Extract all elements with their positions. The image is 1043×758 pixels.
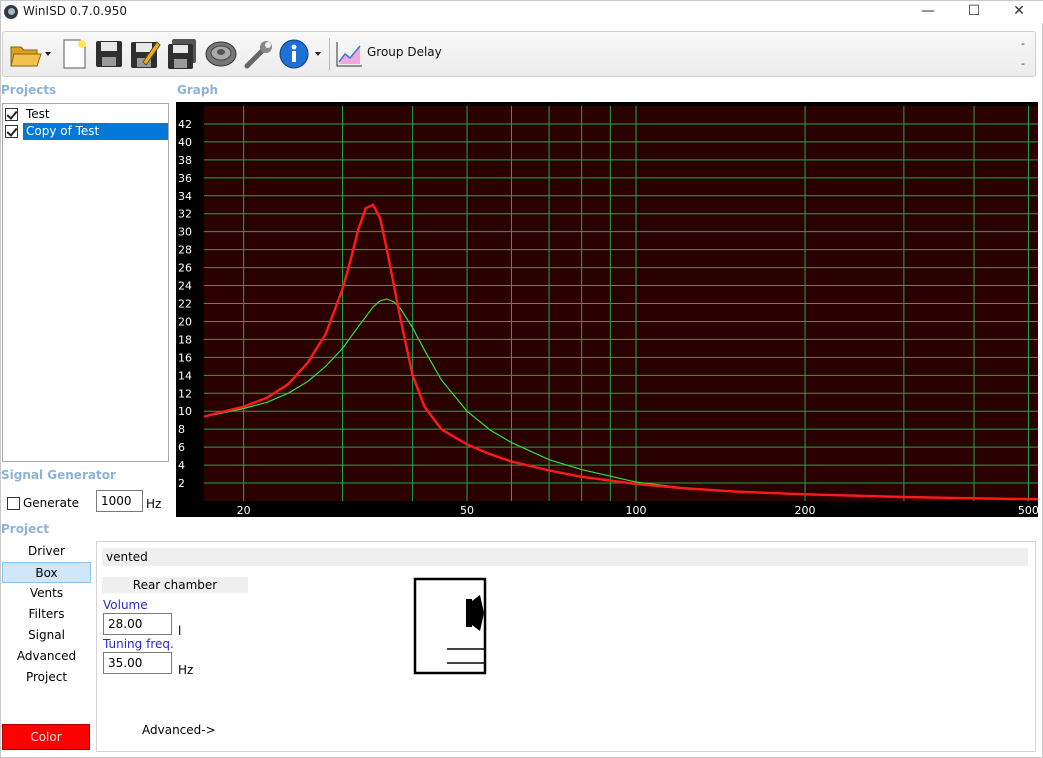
box-type-label[interactable]: vented <box>102 548 1028 566</box>
toolbar-separator <box>329 38 330 70</box>
list-item[interactable]: Test <box>4 106 168 123</box>
y-tick-label: 42 <box>178 118 192 131</box>
nav-signal[interactable]: Signal <box>2 625 91 646</box>
y-tick-label: 2 <box>178 477 185 490</box>
signal-generator-heading: Signal Generator <box>1 468 116 482</box>
y-tick-label: 16 <box>178 351 192 364</box>
x-tick-label: 200 <box>795 504 816 517</box>
y-tick-label: 8 <box>178 423 185 436</box>
y-tick-label: 18 <box>178 333 192 346</box>
y-tick-label: 6 <box>178 441 185 454</box>
info-icon <box>279 39 321 69</box>
project-checkbox[interactable] <box>5 125 18 138</box>
toolbar-marker-top: - <box>1021 37 1025 50</box>
generate-label[interactable]: Generate <box>23 496 79 510</box>
generator-frequency-input[interactable] <box>96 490 143 512</box>
title-bar: WinISD 0.7.0.950 — ☐ ✕ <box>1 1 1043 23</box>
settings-button[interactable] <box>241 36 277 72</box>
color-button[interactable]: Color <box>2 724 90 750</box>
advanced-link[interactable]: Advanced-> <box>142 723 216 737</box>
group-delay-label[interactable]: Group Delay <box>367 45 442 59</box>
y-tick-label: 4 <box>178 459 185 472</box>
save-button[interactable] <box>93 36 125 72</box>
project-name[interactable]: Copy of Test <box>23 123 168 140</box>
nav-project[interactable]: Project <box>2 667 91 688</box>
y-tick-label: 20 <box>178 315 192 328</box>
y-tick-label: 34 <box>178 190 192 203</box>
y-tick-label: 22 <box>178 298 192 311</box>
nav-filters[interactable]: Filters <box>2 604 91 625</box>
response-graph[interactable]: 2 4 6 8 10 12 14 16 18 20 22 24 26 28 30 32 34 36 38 40 42 20… <box>176 102 1038 517</box>
open-project-button[interactable] <box>9 36 53 72</box>
volume-unit: l <box>178 624 182 638</box>
x-tick-label: 500 <box>1018 504 1038 517</box>
rear-chamber-header: Rear chamber <box>102 577 248 593</box>
wrench-icon <box>244 41 272 69</box>
y-tick-label: 32 <box>178 208 192 221</box>
y-tick-label: 12 <box>178 387 192 400</box>
y-tick-label: 28 <box>178 244 192 257</box>
vented-box-diagram <box>413 577 487 675</box>
application-window: WinISD 0.7.0.950 — ☐ ✕ Group Delay - - P… <box>0 0 1043 758</box>
list-item[interactable]: Copy of Test <box>4 123 168 140</box>
tuning-frequency-label: Tuning freq. <box>103 637 174 651</box>
project-name[interactable]: Test <box>23 106 53 123</box>
box-panel <box>96 541 1036 752</box>
y-tick-label: 40 <box>178 136 192 149</box>
volume-input[interactable] <box>103 613 172 635</box>
y-tick-label: 26 <box>178 262 192 275</box>
generate-checkbox[interactable] <box>7 497 20 510</box>
x-tick-label: 50 <box>460 504 474 517</box>
y-tick-label: 38 <box>178 154 192 167</box>
y-tick-label: 10 <box>178 405 192 418</box>
info-button[interactable] <box>279 36 325 72</box>
toolbar-marker-bottom: - <box>1021 57 1025 70</box>
y-tick-label: 14 <box>178 369 192 382</box>
project-checkbox[interactable] <box>5 108 18 121</box>
speaker-driver-icon <box>205 41 237 67</box>
tuning-frequency-input[interactable] <box>103 652 172 674</box>
project-heading: Project <box>1 522 50 536</box>
project-list[interactable]: Test Copy of Test <box>2 103 169 462</box>
app-logo-icon <box>4 5 18 19</box>
x-tick-label: 100 <box>626 504 647 517</box>
generator-frequency-unit: Hz <box>146 497 162 511</box>
y-tick-label: 30 <box>178 226 192 239</box>
save-icon <box>96 41 122 67</box>
minimize-button[interactable]: — <box>905 1 951 23</box>
driver-button[interactable] <box>203 36 239 72</box>
nav-box[interactable]: Box <box>2 562 91 583</box>
y-tick-label: 36 <box>178 172 192 185</box>
graph-type-button[interactable] <box>333 36 365 72</box>
volume-label: Volume <box>103 598 148 612</box>
projects-heading: Projects <box>1 83 57 97</box>
save-as-button[interactable] <box>128 36 162 72</box>
y-tick-label: 24 <box>178 280 192 293</box>
save-as-icon <box>131 41 161 68</box>
new-project-button[interactable] <box>59 36 89 72</box>
nav-advanced[interactable]: Advanced <box>2 646 91 667</box>
new-document-icon <box>63 39 86 69</box>
graph-canvas: 2468101214161820222426283032343638404220… <box>178 106 1038 517</box>
maximize-button[interactable]: ☐ <box>951 1 997 23</box>
x-tick-label: 20 <box>237 504 251 517</box>
nav-driver[interactable]: Driver <box>2 541 91 562</box>
nav-vents[interactable]: Vents <box>2 583 91 604</box>
close-button[interactable]: ✕ <box>996 1 1042 23</box>
toolbar: Group Delay - - <box>2 31 1036 77</box>
save-all-icon <box>168 39 196 69</box>
chart-icon <box>336 42 362 67</box>
save-all-button[interactable] <box>165 36 199 72</box>
tuning-frequency-unit: Hz <box>178 663 194 677</box>
open-folder-icon <box>10 46 51 67</box>
graph-heading: Graph <box>177 83 218 97</box>
window-title: WinISD 0.7.0.950 <box>23 4 128 18</box>
